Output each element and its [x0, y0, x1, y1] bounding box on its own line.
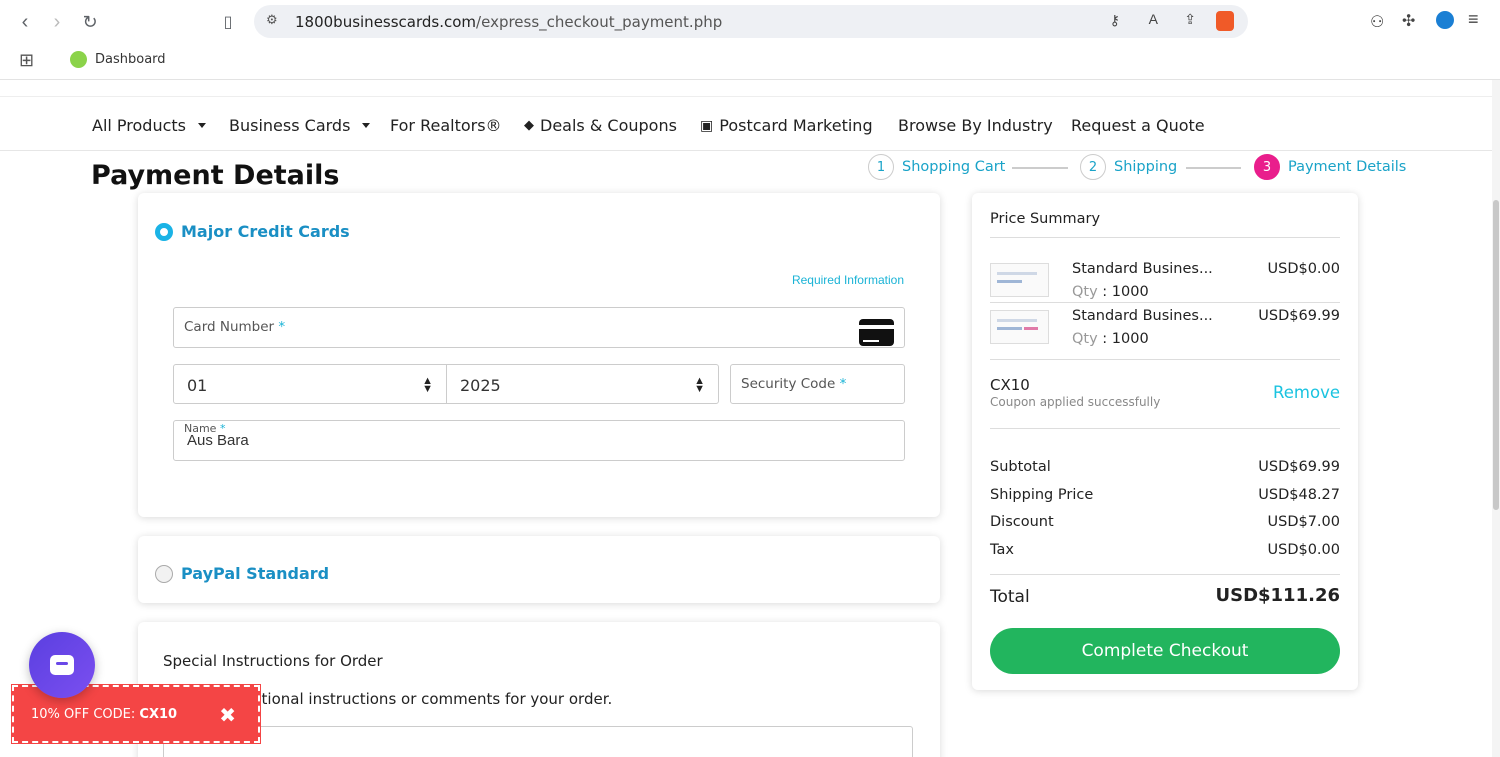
bookmark-icon[interactable]: ▯ [216, 10, 240, 34]
translate-icon[interactable]: A [1149, 11, 1158, 27]
nav-postcard-marketing[interactable]: ▣ Postcard Marketing [700, 116, 873, 135]
divider [990, 302, 1340, 303]
profile-icon[interactable] [1436, 11, 1454, 29]
nav-deals-coupons[interactable]: ◆ Deals & Coupons [524, 116, 677, 135]
discount-row: Discount USD$7.00 [990, 514, 1340, 530]
month-value: 01 [187, 376, 208, 395]
item-name[interactable]: Standard Busines... [1072, 261, 1213, 277]
bookmark-dashboard[interactable]: Dashboard [70, 51, 166, 68]
extensions-icon[interactable]: ✣ [1402, 11, 1415, 31]
close-icon[interactable]: ✖ [219, 703, 236, 728]
step-label: Shopping Cart [902, 159, 1006, 175]
coupon-status: Coupon applied successfully [990, 395, 1161, 409]
credit-card-panel: Major Credit Cards Required Information … [138, 193, 940, 517]
nav-business-cards[interactable]: Business Cards [229, 116, 371, 135]
step-label: Payment Details [1288, 159, 1407, 175]
total-row: Total USD$111.26 [990, 585, 1340, 607]
step-label: Shipping [1114, 159, 1178, 175]
nav-browse-industry[interactable]: Browse By Industry [898, 116, 1053, 135]
special-instructions-textarea[interactable] [163, 726, 913, 757]
back-icon[interactable]: ‹ [13, 10, 37, 34]
expiry-year-select[interactable]: 2025 ▲ ▼ [446, 364, 719, 404]
price-summary-title: Price Summary [990, 211, 1101, 227]
divider [990, 428, 1340, 429]
dashboard-favicon-icon [70, 51, 87, 68]
step-number: 1 [868, 154, 894, 180]
special-instructions-title: Special Instructions for Order [163, 652, 383, 670]
item-price: USD$0.00 [1267, 261, 1341, 277]
credit-card-icon [859, 319, 894, 346]
divider [990, 574, 1340, 575]
product-thumbnail [990, 310, 1049, 344]
address-bar[interactable]: ⚙ 1800businesscards.com/express_checkout… [254, 5, 1248, 38]
product-thumbnail [990, 263, 1049, 297]
forward-icon[interactable]: › [45, 10, 69, 34]
chevron-down-icon [362, 123, 371, 128]
security-code-label: Security Code * [741, 376, 847, 392]
coupon-code: CX10 [990, 376, 1030, 394]
mailbox-icon: ▣ [700, 117, 714, 134]
extension-robot-icon[interactable]: ⚇ [1370, 12, 1384, 32]
bookmarks-bar: ⊞ Dashboard [0, 44, 1500, 80]
step-shipping[interactable]: 2 Shipping [1080, 154, 1177, 180]
complete-checkout-button[interactable]: Complete Checkout [990, 628, 1340, 674]
apps-grid-icon[interactable]: ⊞ [19, 50, 34, 71]
item-qty: Qty : 1000 [1072, 284, 1149, 300]
nav-request-quote[interactable]: Request a Quote [1071, 116, 1205, 135]
step-connector [1186, 167, 1241, 169]
chat-icon [50, 655, 74, 675]
tax-row: Tax USD$0.00 [990, 542, 1340, 558]
paypal-radio[interactable] [155, 565, 173, 583]
card-number-input[interactable]: Card Number * [173, 307, 905, 348]
nav-all-products[interactable]: All Products [92, 116, 207, 135]
subtotal-row: Subtotal USD$69.99 [990, 459, 1340, 475]
chat-button[interactable] [29, 632, 95, 698]
brave-shield-icon[interactable] [1216, 11, 1234, 31]
select-arrows-icon: ▲ ▼ [422, 375, 433, 395]
promo-text: 10% OFF CODE: CX10 [31, 707, 178, 722]
security-code-input[interactable]: Security Code * [730, 364, 905, 404]
site-info-icon[interactable]: ⚙ [266, 12, 278, 28]
nav-for-realtors[interactable]: For Realtors® [390, 116, 502, 135]
select-arrows-icon: ▲ ▼ [694, 375, 705, 395]
step-connector [1012, 167, 1068, 169]
price-summary-panel: Price Summary Standard Busines... Qty : … [972, 193, 1358, 690]
browser-toolbar: ‹ › ↻ ▯ ⚙ 1800businesscards.com/express_… [0, 0, 1500, 44]
name-input[interactable]: Name * Aus Bara [173, 420, 905, 461]
paypal-panel: PayPal Standard [138, 536, 940, 603]
expiry-month-select[interactable]: 01 ▲ ▼ [173, 364, 447, 404]
paypal-label[interactable]: PayPal Standard [181, 564, 329, 583]
name-value: Aus Bara [187, 432, 249, 449]
credit-card-label[interactable]: Major Credit Cards [181, 222, 350, 241]
scrollbar-thumb[interactable] [1493, 200, 1499, 510]
bookmark-label: Dashboard [95, 52, 166, 67]
divider [990, 237, 1340, 238]
shipping-row: Shipping Price USD$48.27 [990, 487, 1340, 503]
step-number: 3 [1254, 154, 1280, 180]
url-text: 1800businesscards.com/express_checkout_p… [295, 13, 723, 31]
card-number-label: Card Number * [184, 319, 286, 335]
reload-icon[interactable]: ↻ [78, 10, 102, 34]
menu-icon[interactable]: ≡ [1468, 9, 1479, 30]
page-title: Payment Details [91, 160, 340, 191]
year-value: 2025 [460, 376, 501, 395]
item-qty: Qty : 1000 [1072, 331, 1149, 347]
item-name[interactable]: Standard Busines... [1072, 308, 1213, 324]
step-payment-details: 3 Payment Details [1254, 154, 1406, 180]
item-price: USD$69.99 [1258, 308, 1340, 324]
divider [990, 359, 1340, 360]
remove-coupon-link[interactable]: Remove [1273, 383, 1340, 402]
key-icon[interactable]: ⚷ [1110, 12, 1120, 29]
required-info-note: Required Information [791, 273, 904, 287]
tag-icon: ◆ [524, 118, 534, 133]
credit-card-radio[interactable] [155, 223, 173, 241]
share-icon[interactable]: ⇪ [1184, 11, 1196, 28]
scrollbar[interactable] [1492, 80, 1500, 757]
step-shopping-cart[interactable]: 1 Shopping Cart [868, 154, 1005, 180]
chevron-down-icon [198, 123, 207, 128]
site-nav: All Products Business Cards For Realtors… [0, 96, 1500, 151]
step-number: 2 [1080, 154, 1106, 180]
